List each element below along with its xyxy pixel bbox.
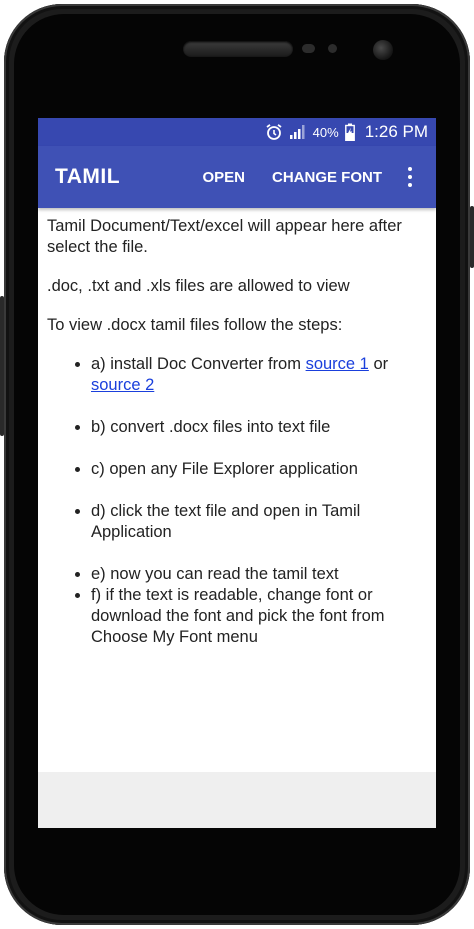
- list-item-step-b: b) convert .docx files into text file: [91, 417, 428, 438]
- document-content: Tamil Document/Text/excel will appear he…: [38, 208, 436, 648]
- device-screen: 40% 1:26 PM TAMIL OPEN CHANGE FONT Tamil…: [38, 118, 436, 828]
- alarm-icon: [265, 123, 283, 141]
- clock: 1:26 PM: [364, 122, 428, 141]
- bottom-panel: [38, 772, 436, 828]
- signal-icon: [289, 124, 307, 140]
- status-bar: 40% 1:26 PM: [38, 118, 436, 146]
- battery-percent: 40%: [312, 124, 339, 140]
- power-button: [470, 206, 474, 268]
- source-2-link[interactable]: source 2: [91, 376, 154, 394]
- list-item-step-e: e) now you can read the tamil text: [91, 564, 428, 585]
- front-camera: [373, 40, 393, 60]
- list-item-step-f: f) if the text is readable, change font …: [91, 585, 428, 648]
- list-item-step-d: d) click the text file and open in Tamil…: [91, 501, 428, 543]
- earpiece-speaker: [183, 41, 293, 57]
- steps-heading: To view .docx tamil files follow the ste…: [47, 316, 343, 334]
- list-item-step-c: c) open any File Explorer application: [91, 459, 428, 480]
- list-item-step-a: a) install Doc Converter from source 1 o…: [91, 354, 428, 396]
- volume-button: [0, 296, 4, 436]
- app-bar: TAMIL OPEN CHANGE FONT: [38, 146, 436, 208]
- app-title: TAMIL: [55, 165, 121, 188]
- proximity-sensor: [302, 44, 315, 53]
- battery-charging-icon: [344, 123, 355, 141]
- light-sensor: [328, 44, 337, 53]
- open-button[interactable]: OPEN: [202, 169, 245, 186]
- more-vert-icon[interactable]: [400, 165, 420, 189]
- steps-list: a) install Doc Converter from source 1 o…: [47, 354, 428, 648]
- allowed-files-text: .doc, .txt and .xls files are allowed to…: [47, 277, 350, 295]
- source-1-link[interactable]: source 1: [306, 355, 369, 373]
- change-font-button[interactable]: CHANGE FONT: [272, 169, 382, 186]
- intro-text: Tamil Document/Text/excel will appear he…: [47, 217, 402, 256]
